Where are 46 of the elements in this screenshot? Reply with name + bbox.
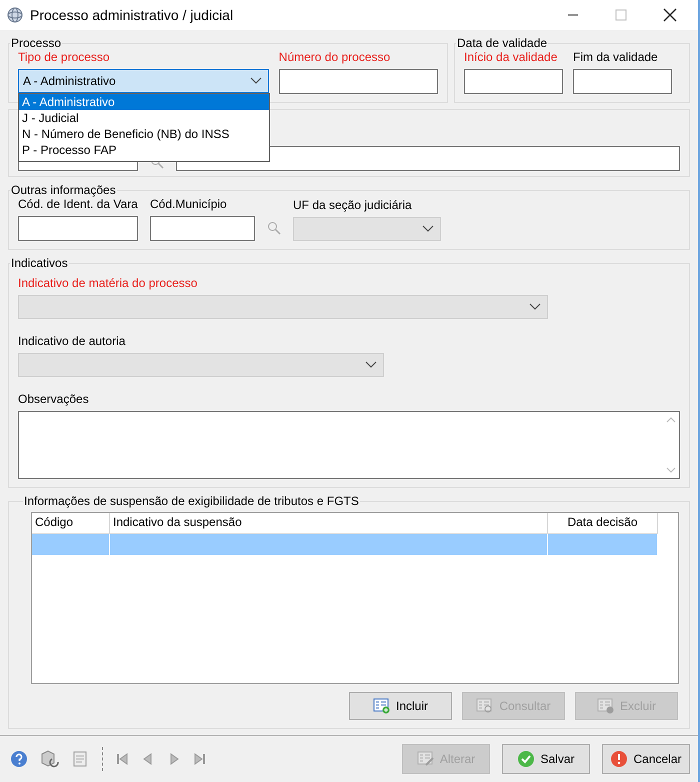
field-label: UF da seção judiciária [293, 198, 413, 212]
input-field[interactable] [150, 216, 255, 241]
refresh-icon[interactable] [40, 750, 60, 768]
date-field[interactable] [573, 69, 672, 94]
last-icon[interactable] [193, 752, 207, 766]
action-button[interactable]: Salvar [502, 744, 590, 774]
date-field[interactable] [464, 69, 563, 94]
dropdown-option[interactable]: J - Judicial [19, 110, 269, 126]
chevron-icon [365, 361, 377, 369]
field-label: Tipo de processo [18, 50, 111, 64]
dropdown-option[interactable]: N - Número de Beneficio (NB) do INSS [19, 126, 269, 142]
field-label: Observações [18, 392, 90, 406]
help-icon[interactable] [10, 750, 28, 768]
input-field[interactable] [18, 216, 138, 241]
field-label: Cód. de Ident. da Vara [18, 197, 138, 211]
window-title: Processo administrativo / judicial [30, 7, 234, 23]
notes-field[interactable] [18, 411, 680, 479]
input-field[interactable] [278, 69, 438, 94]
list-remove-icon [596, 698, 615, 714]
group-legend: Informações de suspensão de exigibilidade de tributos e FGTS [23, 494, 360, 508]
process-type-select[interactable]: A - Administrativo [18, 69, 269, 93]
close-icon[interactable] [663, 8, 677, 22]
chevron-icon [422, 225, 434, 233]
first-icon[interactable] [115, 752, 129, 766]
action-button[interactable]: Incluir [349, 692, 452, 720]
field-label: Indicativo de matéria do processo [18, 276, 198, 290]
field-label: Início da validade [464, 50, 558, 64]
list-edit-icon [416, 751, 435, 767]
list-search-icon [476, 698, 494, 714]
action-button[interactable]: Cancelar [602, 744, 690, 774]
field-label: Cód.Município [150, 197, 228, 211]
dropdown-option[interactable]: P - Processo FAP [19, 142, 269, 158]
field-label: Fim da validade [573, 50, 659, 64]
group-legend: Processo [10, 36, 62, 50]
alert-icon [610, 750, 628, 768]
app-icon [6, 6, 24, 24]
chevron-icon [250, 77, 262, 85]
check-icon [517, 750, 536, 768]
list-add-icon [372, 698, 391, 714]
group-legend: Indicativos [10, 256, 69, 270]
field-label: Número do processo [278, 50, 392, 64]
dropdown-option[interactable]: A - Administrativo [19, 94, 269, 110]
group-legend: Data de validade [456, 36, 548, 50]
group-legend: Outras informações [10, 183, 117, 197]
chevron-icon [529, 303, 541, 311]
field-label: Indicativo de autoria [18, 334, 126, 348]
